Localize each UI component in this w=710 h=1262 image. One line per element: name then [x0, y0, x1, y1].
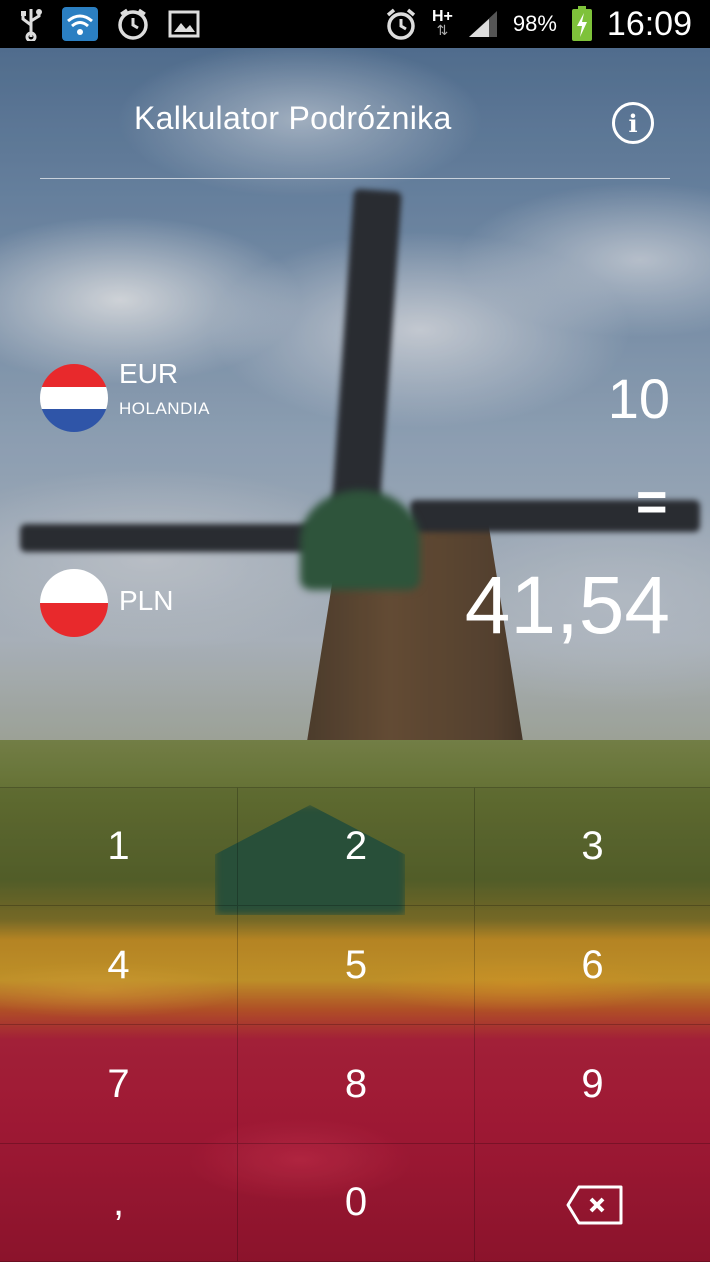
- clock: 16:09: [606, 4, 692, 43]
- signal-icon: [467, 9, 499, 39]
- battery-icon: [571, 6, 593, 42]
- app-header: Kalkulator Podróżnika i: [40, 48, 670, 179]
- gallery-icon: [168, 10, 200, 38]
- usb-icon: [18, 7, 44, 41]
- key-6[interactable]: 6: [475, 906, 710, 1025]
- backspace-button[interactable]: [475, 1144, 710, 1262]
- alarm-clock-icon: [384, 7, 418, 41]
- source-amount[interactable]: 10: [608, 366, 670, 431]
- network-type-icon: H+ ⇅: [431, 8, 453, 39]
- key-5[interactable]: 5: [238, 906, 475, 1025]
- wifi-icon: [62, 7, 98, 41]
- key-2[interactable]: 2: [238, 787, 475, 906]
- status-bar: H+ ⇅ 98% 16:09: [0, 0, 710, 48]
- backspace-icon: [565, 1184, 622, 1224]
- key-1[interactable]: 1: [0, 787, 238, 906]
- target-currency-row[interactable]: PLN 41,54: [40, 560, 670, 651]
- key-0[interactable]: 0: [238, 1144, 475, 1262]
- battery-percent: 98%: [512, 11, 557, 36]
- key-4[interactable]: 4: [0, 906, 238, 1025]
- data-arrows-icon: ⇅: [436, 23, 449, 39]
- poland-flag-icon[interactable]: [40, 569, 108, 637]
- alarm-app-icon: [116, 7, 150, 41]
- converted-amount: 41,54: [464, 560, 670, 651]
- key-3[interactable]: 3: [475, 787, 710, 906]
- key-7[interactable]: 7: [0, 1025, 238, 1144]
- target-currency-code[interactable]: PLN: [119, 585, 173, 617]
- numeric-keypad: 1 2 3 4 5 6 7 8 9 , 0: [0, 787, 710, 1262]
- source-currency-code[interactable]: EUR: [119, 358, 178, 390]
- key-8[interactable]: 8: [238, 1025, 475, 1144]
- info-button[interactable]: i: [612, 102, 654, 144]
- source-currency-row[interactable]: EUR HOLANDIA 10: [40, 358, 670, 440]
- key-9[interactable]: 9: [475, 1025, 710, 1144]
- source-country-name: HOLANDIA: [119, 399, 210, 418]
- info-icon: i: [628, 108, 638, 138]
- key-decimal-comma[interactable]: ,: [0, 1144, 238, 1262]
- status-icons-left: [0, 7, 200, 41]
- equals-sign: =: [636, 472, 668, 532]
- netherlands-flag-icon[interactable]: [40, 364, 108, 432]
- status-icons-right: H+ ⇅ 98% 16:09: [384, 5, 710, 44]
- app-title: Kalkulator Podróżnika: [134, 100, 452, 136]
